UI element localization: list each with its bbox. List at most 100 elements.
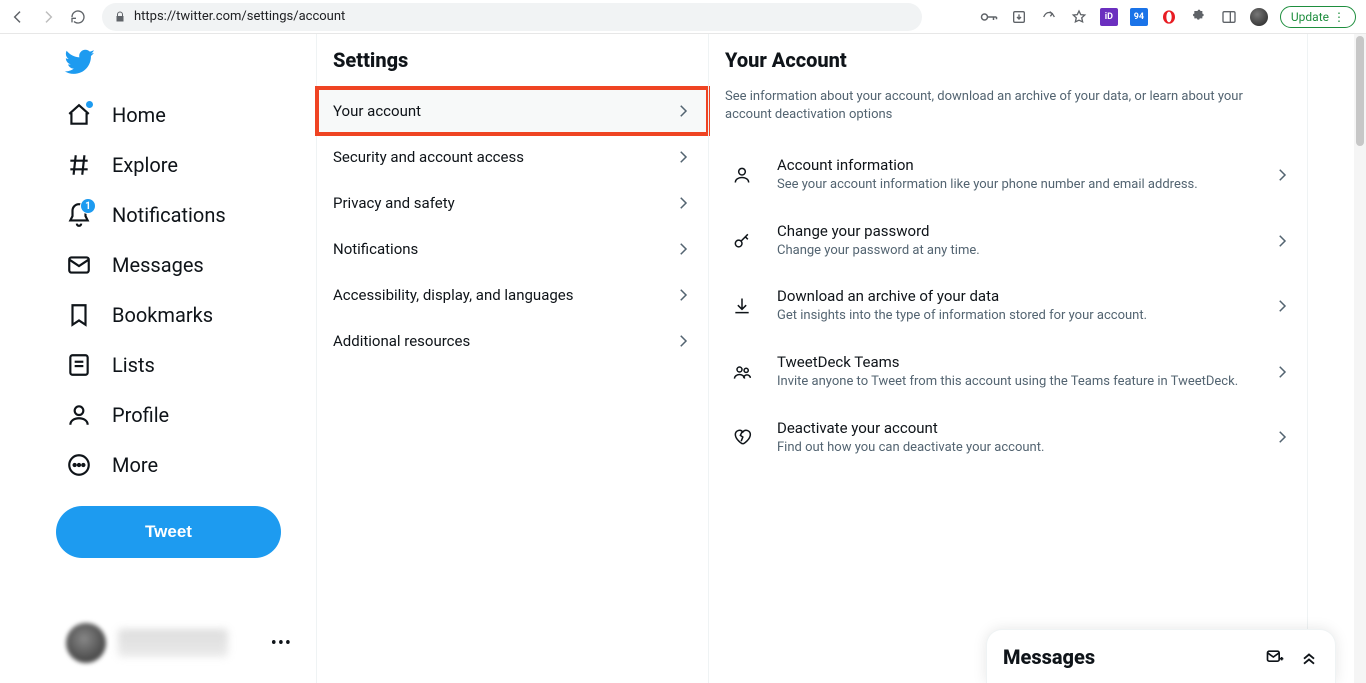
sidebar-item-label: Bookmarks bbox=[112, 303, 213, 327]
twitter-logo-icon[interactable] bbox=[64, 46, 96, 78]
settings-item-privacy[interactable]: Privacy and safety bbox=[317, 180, 708, 226]
profile-avatar-icon[interactable] bbox=[1250, 8, 1268, 26]
extension-badge-2[interactable]: 94 bbox=[1130, 8, 1148, 26]
detail-title: Your Account bbox=[709, 34, 1307, 88]
account-name-redacted bbox=[118, 629, 228, 657]
sidebar-item-label: Profile bbox=[112, 403, 169, 427]
settings-title: Settings bbox=[317, 34, 708, 88]
home-icon bbox=[66, 102, 92, 128]
sidebar-item-label: Lists bbox=[112, 353, 155, 377]
settings-item-notifications[interactable]: Notifications bbox=[317, 226, 708, 272]
sidebar-item-label: Messages bbox=[112, 253, 204, 277]
detail-item-title: Change your password bbox=[777, 222, 1255, 240]
new-message-icon[interactable] bbox=[1265, 647, 1285, 667]
sidebar-item-lists[interactable]: Lists bbox=[56, 340, 316, 390]
detail-item-desc: Invite anyone to Tweet from this account… bbox=[777, 373, 1255, 391]
key-icon[interactable] bbox=[980, 8, 998, 26]
settings-item-accessibility[interactable]: Accessibility, display, and languages bbox=[317, 272, 708, 318]
sidebar-item-label: More bbox=[112, 453, 158, 477]
sidebar-item-messages[interactable]: Messages bbox=[56, 240, 316, 290]
settings-item-security[interactable]: Security and account access bbox=[317, 134, 708, 180]
more-dots-icon: ••• bbox=[271, 633, 306, 654]
settings-item-label: Accessibility, display, and languages bbox=[333, 286, 573, 304]
scrollbar-thumb[interactable] bbox=[1356, 36, 1364, 146]
chevron-right-icon bbox=[674, 240, 692, 258]
share-icon[interactable] bbox=[1040, 8, 1058, 26]
messages-drawer[interactable]: Messages bbox=[986, 629, 1336, 683]
download-icon bbox=[731, 295, 753, 317]
detail-item-account-info[interactable]: Account information See your account inf… bbox=[709, 142, 1307, 208]
lists-icon bbox=[66, 352, 92, 378]
menu-dots-icon: ⋮ bbox=[1333, 10, 1345, 24]
settings-item-additional[interactable]: Additional resources bbox=[317, 318, 708, 364]
opera-icon[interactable] bbox=[1160, 8, 1178, 26]
settings-item-label: Additional resources bbox=[333, 332, 470, 350]
home-badge-dot bbox=[85, 100, 94, 109]
people-icon bbox=[731, 361, 753, 383]
detail-item-tweetdeck-teams[interactable]: TweetDeck Teams Invite anyone to Tweet f… bbox=[709, 339, 1307, 405]
lock-icon bbox=[114, 11, 126, 23]
chevron-right-icon bbox=[1273, 232, 1291, 250]
url-text: https://twitter.com/settings/account bbox=[134, 9, 345, 24]
chevron-right-icon bbox=[1273, 166, 1291, 184]
detail-item-title: TweetDeck Teams bbox=[777, 353, 1255, 371]
address-bar[interactable]: https://twitter.com/settings/account bbox=[102, 3, 922, 31]
account-avatar bbox=[66, 623, 106, 663]
reload-icon[interactable] bbox=[70, 9, 86, 25]
browser-nav-icons bbox=[10, 9, 86, 25]
sidebar-item-label: Notifications bbox=[112, 203, 226, 227]
chevron-right-icon bbox=[1273, 297, 1291, 315]
chevron-right-icon bbox=[674, 286, 692, 304]
detail-item-deactivate[interactable]: Deactivate your account Find out how you… bbox=[709, 405, 1307, 471]
settings-item-your-account[interactable]: Your account bbox=[317, 88, 708, 134]
detail-item-title: Deactivate your account bbox=[777, 419, 1255, 437]
extension-badge-1[interactable]: iD bbox=[1100, 8, 1118, 26]
settings-column: Settings Your account Security and accou… bbox=[316, 34, 708, 683]
bell-icon: 1 bbox=[66, 202, 92, 228]
account-menu[interactable]: ••• bbox=[56, 615, 316, 671]
expand-drawer-icon[interactable] bbox=[1299, 647, 1319, 667]
settings-item-label: Notifications bbox=[333, 240, 418, 258]
settings-item-label: Your account bbox=[333, 102, 421, 120]
detail-item-desc: See your account information like your p… bbox=[777, 176, 1255, 194]
heartbreak-icon bbox=[731, 426, 753, 448]
key-icon bbox=[731, 230, 753, 252]
detail-item-download-archive[interactable]: Download an archive of your data Get ins… bbox=[709, 273, 1307, 339]
extensions-puzzle-icon[interactable] bbox=[1190, 8, 1208, 26]
sidebar-item-profile[interactable]: Profile bbox=[56, 390, 316, 440]
envelope-icon bbox=[66, 252, 92, 278]
bookmark-icon bbox=[66, 302, 92, 328]
detail-item-title: Account information bbox=[777, 156, 1255, 174]
browser-toolbar: https://twitter.com/settings/account iD … bbox=[0, 0, 1366, 34]
messages-drawer-title: Messages bbox=[1003, 645, 1251, 669]
vertical-scrollbar[interactable] bbox=[1354, 34, 1366, 683]
update-button[interactable]: Update ⋮ bbox=[1280, 6, 1356, 28]
detail-description: See information about your account, down… bbox=[709, 88, 1307, 142]
sidebar-item-notifications[interactable]: 1 Notifications bbox=[56, 190, 316, 240]
tweet-button[interactable]: Tweet bbox=[56, 506, 281, 558]
sidepanel-icon[interactable] bbox=[1220, 8, 1238, 26]
more-circle-icon bbox=[66, 452, 92, 478]
detail-item-title: Download an archive of your data bbox=[777, 287, 1255, 305]
chevron-right-icon bbox=[1273, 428, 1291, 446]
settings-item-label: Security and account access bbox=[333, 148, 524, 166]
person-icon bbox=[731, 164, 753, 186]
sidebar-item-label: Explore bbox=[112, 153, 178, 177]
primary-nav: Home Explore 1 Notifications Messages bbox=[0, 34, 316, 683]
sidebar-item-more[interactable]: More bbox=[56, 440, 316, 490]
profile-icon bbox=[66, 402, 92, 428]
install-icon[interactable] bbox=[1010, 8, 1028, 26]
detail-item-change-password[interactable]: Change your password Change your passwor… bbox=[709, 208, 1307, 274]
notifications-badge: 1 bbox=[80, 198, 96, 214]
sidebar-item-home[interactable]: Home bbox=[56, 90, 316, 140]
star-icon[interactable] bbox=[1070, 8, 1088, 26]
detail-item-desc: Change your password at any time. bbox=[777, 242, 1255, 260]
chevron-right-icon bbox=[674, 194, 692, 212]
sidebar-item-explore[interactable]: Explore bbox=[56, 140, 316, 190]
back-icon[interactable] bbox=[10, 9, 26, 25]
chevron-right-icon bbox=[1273, 363, 1291, 381]
sidebar-item-bookmarks[interactable]: Bookmarks bbox=[56, 290, 316, 340]
forward-icon[interactable] bbox=[40, 9, 56, 25]
browser-right-icons: iD 94 Update ⋮ bbox=[980, 6, 1356, 28]
chevron-right-icon bbox=[674, 102, 692, 120]
